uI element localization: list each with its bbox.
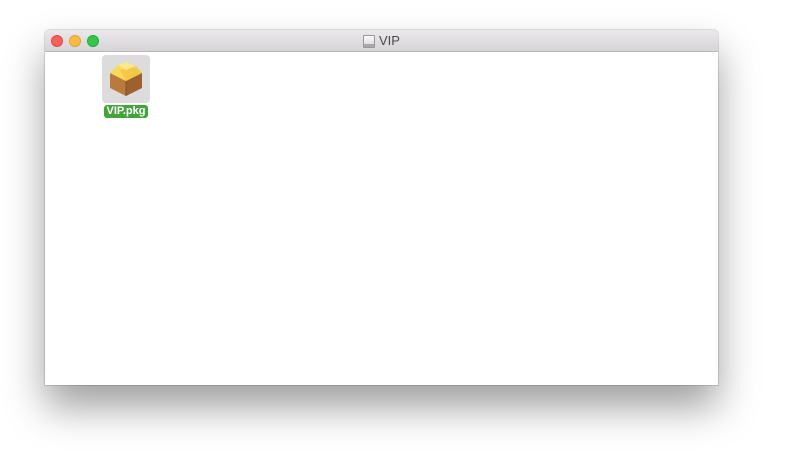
disk-icon [363, 34, 376, 48]
finder-window: VIP VIP.pkg [45, 30, 718, 385]
file-item-vip-pkg[interactable]: VIP.pkg [102, 55, 150, 118]
package-icon [110, 62, 142, 96]
file-name-label[interactable]: VIP.pkg [103, 105, 149, 118]
window-content[interactable]: VIP.pkg [45, 52, 718, 385]
window-title-text: VIP [379, 33, 400, 48]
title-bar[interactable]: VIP [45, 30, 718, 52]
window-title: VIP [45, 30, 718, 51]
file-icon-frame[interactable] [102, 55, 150, 103]
